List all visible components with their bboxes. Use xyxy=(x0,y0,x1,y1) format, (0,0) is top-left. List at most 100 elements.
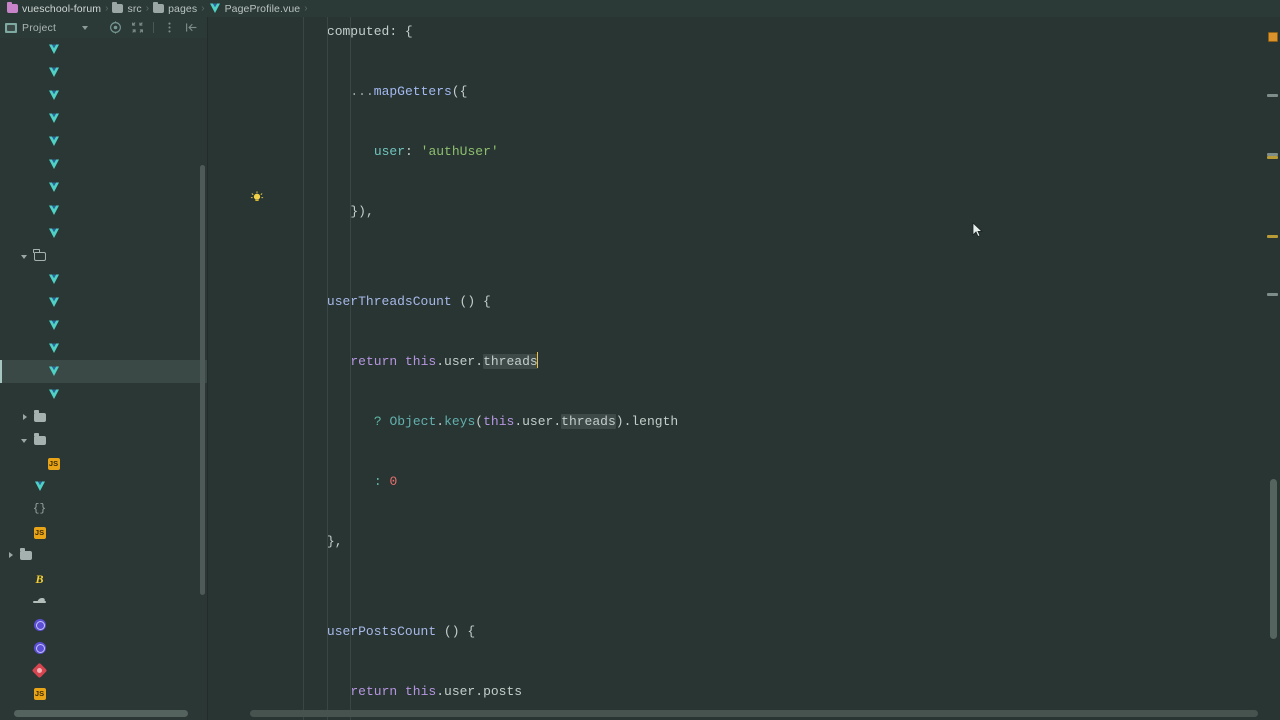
row-icon xyxy=(46,44,61,55)
editor-gutter xyxy=(208,17,280,720)
tree-file-row[interactable] xyxy=(0,337,207,360)
twist-spacer xyxy=(34,228,45,239)
tree-file-row[interactable]: JS xyxy=(0,452,207,475)
tree-file-row[interactable] xyxy=(0,61,207,84)
warning-marker-icon[interactable] xyxy=(1268,32,1278,42)
chevron-right-icon[interactable] xyxy=(6,550,17,561)
chevron-right-icon[interactable] xyxy=(20,412,31,423)
vue-file-icon xyxy=(34,481,46,492)
tree-file-row[interactable] xyxy=(0,107,207,130)
git-file-icon xyxy=(31,662,48,679)
vue-file-icon xyxy=(48,389,60,400)
options-icon[interactable] xyxy=(163,21,176,34)
row-icon xyxy=(32,598,47,606)
row-icon xyxy=(32,481,47,492)
breadcrumb-label: vueschool-forum xyxy=(22,2,102,15)
tree-file-row[interactable]: JS xyxy=(0,521,207,544)
gutter-stripe-marker[interactable] xyxy=(1267,94,1278,97)
locate-file-icon[interactable] xyxy=(109,21,122,34)
tree-file-row[interactable] xyxy=(0,613,207,636)
sidebar-vertical-scrollbar[interactable] xyxy=(200,165,205,595)
tree-file-row[interactable] xyxy=(0,268,207,291)
row-icon xyxy=(46,389,61,400)
code-token: user xyxy=(444,354,476,369)
tree-folder-row[interactable] xyxy=(0,245,207,268)
row-icon: {} xyxy=(32,504,47,515)
row-icon xyxy=(46,67,61,78)
collapse-all-icon[interactable] xyxy=(131,21,144,34)
breadcrumb-separator: › xyxy=(105,3,109,14)
chevron-down-icon[interactable] xyxy=(20,251,31,262)
twist-spacer xyxy=(34,136,45,147)
indent-guide xyxy=(326,17,328,720)
ide-window: vueschool-forum › src › pages › PageProf… xyxy=(0,0,1280,720)
project-sidebar: Project JS {} JS B JS xyxy=(0,17,208,720)
tree-file-row[interactable] xyxy=(0,636,207,659)
code-token: . xyxy=(553,414,562,429)
tree-file-row[interactable] xyxy=(0,199,207,222)
code-content[interactable]: computed: {...mapGetters({user: 'authUse… xyxy=(280,17,1280,720)
row-icon xyxy=(31,662,48,679)
folder-gray-icon xyxy=(112,2,124,13)
twist-spacer xyxy=(34,159,45,170)
tree-folder-row[interactable] xyxy=(0,429,207,452)
twist-spacer xyxy=(34,389,45,400)
tree-file-row[interactable] xyxy=(0,130,207,153)
sidebar-horizontal-scrollbar[interactable] xyxy=(14,710,188,717)
editor-vertical-scrollbar[interactable] xyxy=(1270,479,1277,639)
tree-file-row[interactable] xyxy=(0,590,207,613)
tree-folder-row[interactable] xyxy=(0,544,207,567)
code-token: . xyxy=(514,414,523,429)
breadcrumb-separator: › xyxy=(201,3,205,14)
project-file-tree[interactable]: JS {} JS B JS xyxy=(0,38,207,720)
twist-spacer xyxy=(20,619,31,630)
twist-spacer xyxy=(20,665,31,676)
breadcrumb-item-src[interactable]: src xyxy=(111,2,142,15)
code-token: ).length xyxy=(615,414,679,429)
tree-file-row[interactable]: {} xyxy=(0,498,207,521)
tree-file-row[interactable] xyxy=(0,383,207,406)
tree-file-row[interactable] xyxy=(0,153,207,176)
gutter-stripe-marker[interactable] xyxy=(1267,293,1278,296)
gutter-stripe-marker[interactable] xyxy=(1267,235,1278,238)
tree-file-row[interactable] xyxy=(0,314,207,337)
editor-horizontal-scrollbar[interactable] xyxy=(250,710,1258,717)
breadcrumb-item-file[interactable]: PageProfile.vue xyxy=(208,3,302,15)
gutter-stripe-marker[interactable] xyxy=(1267,156,1278,159)
tree-folder-row[interactable] xyxy=(0,406,207,429)
code-token: 0 xyxy=(389,474,398,489)
tree-file-row[interactable] xyxy=(0,291,207,314)
code-token: () { xyxy=(436,624,476,639)
tree-file-row[interactable] xyxy=(0,38,207,61)
code-token: return xyxy=(350,354,398,369)
tree-file-row[interactable] xyxy=(0,659,207,682)
tree-file-row[interactable]: JS xyxy=(0,682,207,705)
chevron-down-icon[interactable] xyxy=(20,435,31,446)
breadcrumb-item-pages[interactable]: pages xyxy=(152,2,198,15)
tree-file-row[interactable] xyxy=(0,222,207,245)
breadcrumb-item-project[interactable]: vueschool-forum xyxy=(6,2,102,15)
folder-icon xyxy=(33,433,46,446)
text-caret xyxy=(536,352,538,368)
tree-file-row[interactable] xyxy=(0,84,207,107)
chevron-down-icon[interactable] xyxy=(82,25,89,30)
lightbulb-intention-icon[interactable] xyxy=(250,191,264,205)
json-file-icon: {} xyxy=(32,503,47,515)
vue-file-icon xyxy=(209,3,221,14)
tree-file-row[interactable] xyxy=(0,176,207,199)
hide-panel-icon[interactable] xyxy=(185,21,198,34)
breadcrumb-label: src xyxy=(127,2,142,15)
twist-spacer xyxy=(20,527,31,538)
tree-file-row[interactable] xyxy=(0,360,207,383)
tree-file-row[interactable]: B xyxy=(0,567,207,590)
code-line: user: 'authUser' xyxy=(280,137,1280,167)
tree-file-row[interactable] xyxy=(0,475,207,498)
code-token: : xyxy=(405,144,421,159)
vue-file-icon xyxy=(48,274,60,285)
code-editor[interactable]: computed: {...mapGetters({user: 'authUse… xyxy=(208,17,1280,720)
code-token: . xyxy=(436,414,445,429)
